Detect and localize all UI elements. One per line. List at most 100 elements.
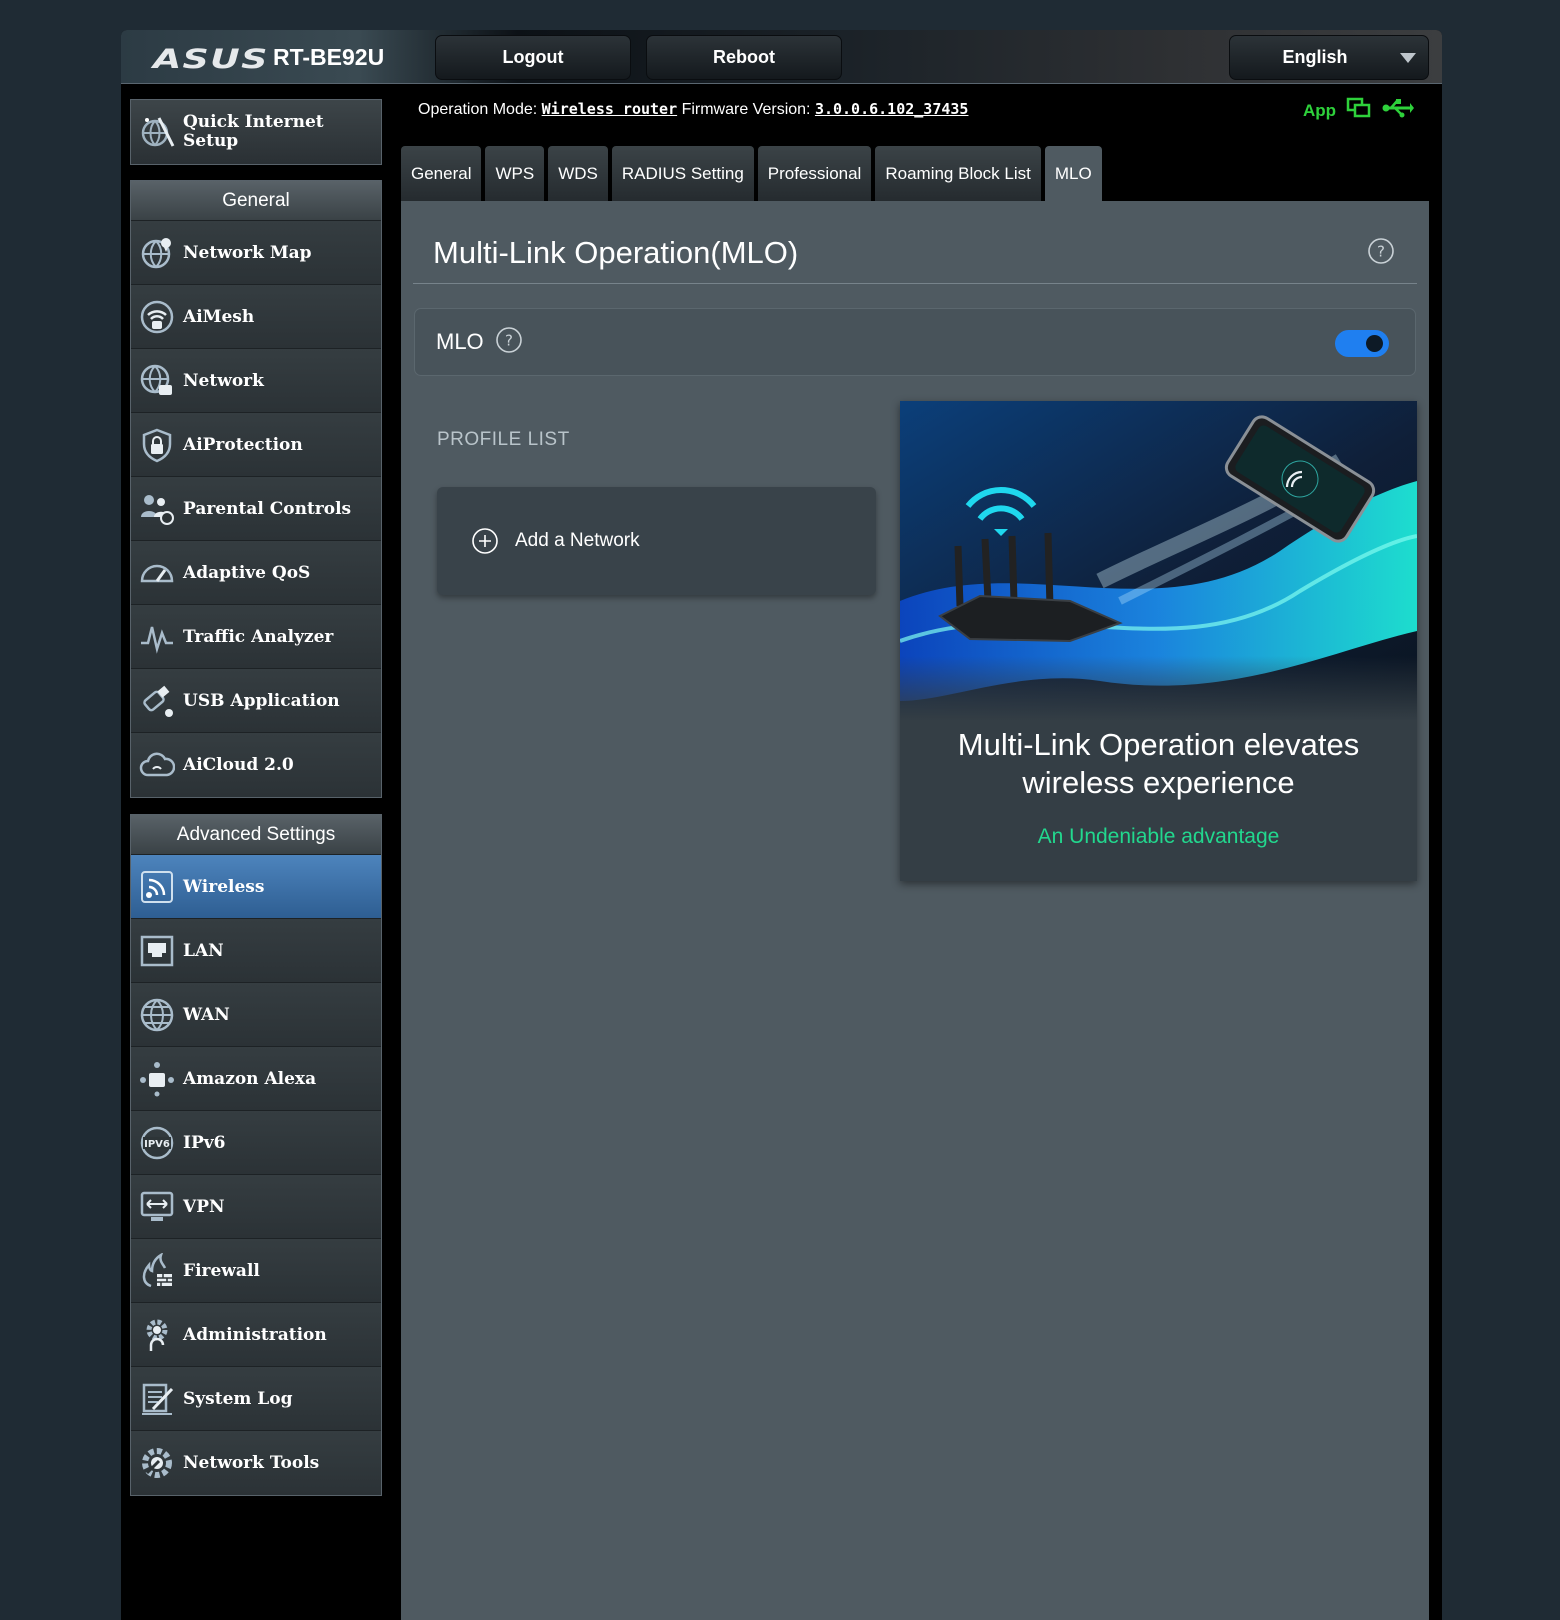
cloud-icon [137,745,177,785]
sidebar-item-label: Network Map [183,242,312,263]
app-link[interactable]: App [1303,101,1336,121]
asus-logo: ASUS [153,44,269,75]
help-icon[interactable]: ? [1367,237,1395,270]
sidebar-item-firewall[interactable]: Firewall [131,1239,381,1303]
language-select[interactable]: English [1229,35,1429,80]
sidebar-item-label: Network [183,370,264,391]
toggle-knob [1366,335,1383,352]
svg-text:?: ? [1377,243,1385,261]
sidebar-item-label: WAN [183,1004,230,1025]
main-content: Multi-Link Operation(MLO) ? MLO ? PROFIL… [401,201,1429,1620]
operation-mode-link[interactable]: Wireless router [542,100,677,118]
sidebar-item-label: Administration [183,1324,327,1345]
quick-setup-label: Quick Internet Setup [183,112,324,151]
tab-mlo[interactable]: MLO [1044,146,1102,201]
sidebar-item-aimesh[interactable]: AiMesh [131,285,381,349]
usb-status-icon[interactable] [1382,98,1414,123]
logout-button[interactable]: Logout [435,35,631,80]
tab-wps[interactable]: WPS [485,146,545,201]
language-value: English [1282,47,1348,67]
add-network-button[interactable]: Add a Network [437,487,876,595]
vpn-monitor-icon [137,1187,177,1227]
dropdown-arrow-icon [1400,53,1416,63]
aimesh-icon [137,297,177,337]
lan-port-icon [137,931,177,971]
router-admin-frame: ASUS RT-BE92U Logout Reboot English Oper… [121,30,1442,1620]
network-globe-icon [137,361,177,401]
family-icon [137,489,177,529]
firmware-version-link[interactable]: 3.0.0.6.102_37435 [815,100,969,118]
sidebar-item-label: Adaptive QoS [183,562,311,583]
general-section-title: General [131,181,381,221]
sidebar-item-traffic-analyzer[interactable]: Traffic Analyzer [131,605,381,669]
reboot-button[interactable]: Reboot [646,35,842,80]
app-device-icon[interactable] [1346,96,1372,125]
log-icon [137,1379,177,1419]
sidebar-item-label: System Log [183,1388,293,1409]
mlo-label: MLO [436,329,484,354]
tab-radius-setting[interactable]: RADIUS Setting [611,146,754,201]
sidebar-item-label: VPN [183,1196,225,1217]
sidebar-item-label: LAN [183,940,224,961]
sidebar-item-parental-controls[interactable]: Parental Controls [131,477,381,541]
tools-gear-icon [137,1443,177,1483]
profile-list-heading: PROFILE LIST [437,429,570,450]
sidebar-item-lan[interactable]: LAN [131,919,381,983]
sidebar-item-aiprotection[interactable]: AiProtection [131,413,381,477]
sidebar-item-network-tools[interactable]: Network Tools [131,1431,381,1495]
sidebar-item-ipv6[interactable]: IPV6 IPv6 [131,1111,381,1175]
sidebar-item-administration[interactable]: Administration [131,1303,381,1367]
admin-gear-icon [137,1315,177,1355]
title-divider [413,283,1417,284]
alexa-icon [137,1059,177,1099]
tab-wds[interactable]: WDS [548,146,608,201]
sidebar-item-system-log[interactable]: System Log [131,1367,381,1431]
sidebar-item-amazon-alexa[interactable]: Amazon Alexa [131,1047,381,1111]
advanced-settings-menu: Advanced Settings Wireless LAN WAN Amazo… [130,814,382,1496]
quick-internet-setup-button[interactable]: Quick Internet Setup [130,99,382,165]
sidebar-item-wan[interactable]: WAN [131,983,381,1047]
ipv6-icon: IPV6 [137,1123,177,1163]
status-line: Operation Mode: Wireless router Firmware… [418,100,968,119]
mlo-help-icon[interactable]: ? [495,326,523,359]
mlo-illustration [900,401,1417,721]
sidebar-item-label: Amazon Alexa [183,1068,317,1089]
general-menu: General Network Map AiMesh Network AiPro… [130,180,382,798]
globe-pin-icon [137,233,177,273]
sidebar-item-label: Parental Controls [183,498,352,519]
pulse-icon [137,617,177,657]
wand-globe-icon [137,112,177,152]
sidebar-item-network-map[interactable]: Network Map [131,221,381,285]
sidebar-item-adaptive-qos[interactable]: Adaptive QoS [131,541,381,605]
tab-professional[interactable]: Professional [757,146,872,201]
mlo-toggle-switch[interactable] [1335,330,1389,357]
sidebar-item-label: Wireless [183,876,265,897]
svg-text:IPV6: IPV6 [144,1139,170,1150]
plus-circle-icon [471,527,499,555]
sidebar-item-label: Network Tools [183,1453,320,1473]
promo-headline: Multi-Link Operation elevates wireless e… [957,727,1360,800]
operation-mode-label: Operation Mode: [418,101,538,118]
svg-text:?: ? [505,331,513,349]
tab-general[interactable]: General [401,146,482,201]
wireless-tabs: General WPS WDS RADIUS Setting Professio… [401,146,1102,201]
mlo-setting-row: MLO ? [414,308,1416,376]
sidebar-item-label: AiProtection [183,434,303,455]
speedometer-icon [137,553,177,593]
sidebar-item-label: IPv6 [183,1132,226,1153]
add-network-label: Add a Network [515,530,640,551]
wan-globe-icon [137,995,177,1035]
sidebar-item-vpn[interactable]: VPN [131,1175,381,1239]
mlo-promo-card: Multi-Link Operation elevates wireless e… [900,401,1417,881]
shield-lock-icon [137,425,177,465]
promo-subheadline: An Undeniable advantage [1037,825,1280,848]
sidebar-item-label: USB Application [183,690,340,711]
sidebar-item-label: AiMesh [183,306,255,327]
sidebar-item-aicloud[interactable]: AiCloud 2.0 [131,733,381,797]
tab-roaming-block-list[interactable]: Roaming Block List [875,146,1041,201]
sidebar-item-network[interactable]: Network [131,349,381,413]
sidebar-item-wireless[interactable]: Wireless [131,855,381,919]
app-status-area: App [1303,96,1414,125]
sidebar-item-usb-application[interactable]: USB Application [131,669,381,733]
firewall-icon [137,1251,177,1291]
